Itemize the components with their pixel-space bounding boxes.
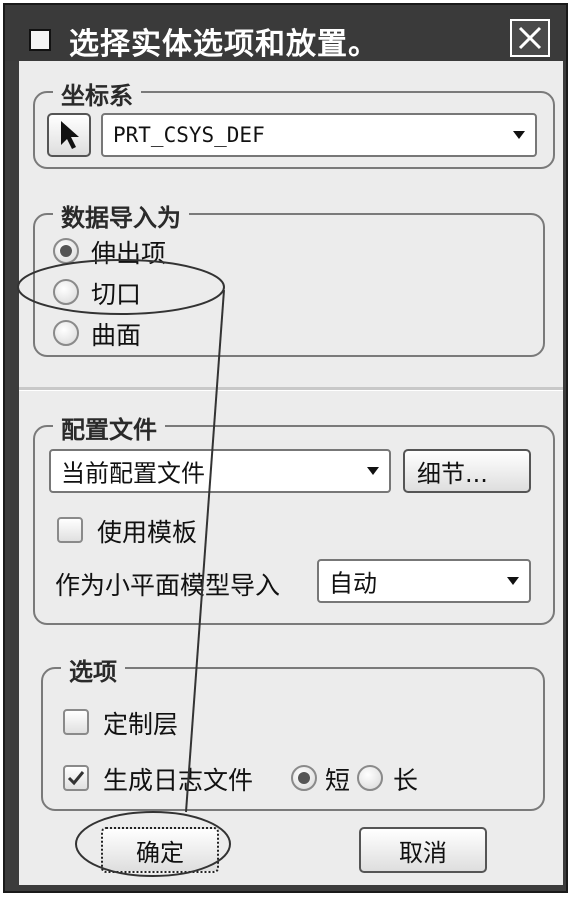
radio-log-short[interactable]	[291, 765, 317, 791]
checkmark-icon	[67, 771, 85, 786]
chevron-down-icon	[513, 131, 525, 139]
log-file-checkbox[interactable]	[63, 765, 89, 791]
chevron-down-icon	[367, 467, 379, 475]
dialog-body: 坐标系 PRT_CSYS_DEF 数据导入为 伸出项 切口 曲面 配置文件 当前…	[19, 61, 563, 885]
radio-surface-label[interactable]: 曲面	[91, 316, 141, 352]
csys-dropdown-value: PRT_CSYS_DEF	[113, 123, 265, 147]
radio-surface[interactable]	[53, 320, 79, 346]
import-group-legend: 数据导入为	[53, 198, 189, 233]
facet-import-value: 自动	[329, 569, 377, 598]
title-bar[interactable]: 选择实体选项和放置。	[5, 5, 566, 62]
use-template-label[interactable]: 使用模板	[97, 513, 197, 549]
radio-log-long[interactable]	[357, 765, 383, 791]
csys-select-button[interactable]	[47, 113, 91, 157]
chevron-down-icon	[507, 577, 519, 585]
details-button[interactable]: 细节...	[403, 449, 531, 493]
profile-dropdown-value: 当前配置文件	[61, 459, 205, 488]
csys-dropdown[interactable]: PRT_CSYS_DEF	[101, 113, 537, 157]
profile-group-legend: 配置文件	[53, 410, 165, 445]
options-group-legend: 选项	[61, 652, 125, 687]
arrow-pointer-icon	[61, 121, 79, 149]
log-file-label[interactable]: 生成日志文件	[103, 761, 253, 797]
facet-import-dropdown[interactable]: 自动	[317, 559, 531, 603]
radio-log-long-label[interactable]: 长	[393, 761, 418, 797]
ok-button[interactable]: 确定	[101, 827, 219, 873]
cancel-button[interactable]: 取消	[359, 827, 487, 873]
facet-import-label: 作为小平面模型导入	[55, 571, 281, 600]
radio-extrude[interactable]	[53, 238, 79, 264]
dialog-title: 选择实体选项和放置。	[69, 27, 379, 62]
section-divider	[19, 387, 563, 391]
custom-layer-label[interactable]: 定制层	[103, 705, 178, 741]
radio-cut[interactable]	[53, 279, 79, 305]
csys-group-legend: 坐标系	[53, 76, 141, 111]
use-template-checkbox[interactable]	[57, 517, 83, 543]
radio-dot	[60, 245, 72, 257]
custom-layer-checkbox[interactable]	[63, 709, 89, 735]
radio-dot	[298, 772, 310, 784]
radio-extrude-label[interactable]: 伸出项	[91, 234, 166, 270]
profile-dropdown[interactable]: 当前配置文件	[49, 449, 391, 493]
window-menu-icon[interactable]	[29, 29, 51, 51]
radio-cut-label[interactable]: 切口	[91, 275, 141, 311]
close-icon	[518, 26, 542, 50]
dialog-window: 选择实体选项和放置。 坐标系 PRT_CSYS_DEF 数据导入为 伸出项 切口…	[3, 3, 568, 893]
radio-log-short-label[interactable]: 短	[325, 761, 350, 797]
close-button[interactable]	[510, 19, 550, 57]
